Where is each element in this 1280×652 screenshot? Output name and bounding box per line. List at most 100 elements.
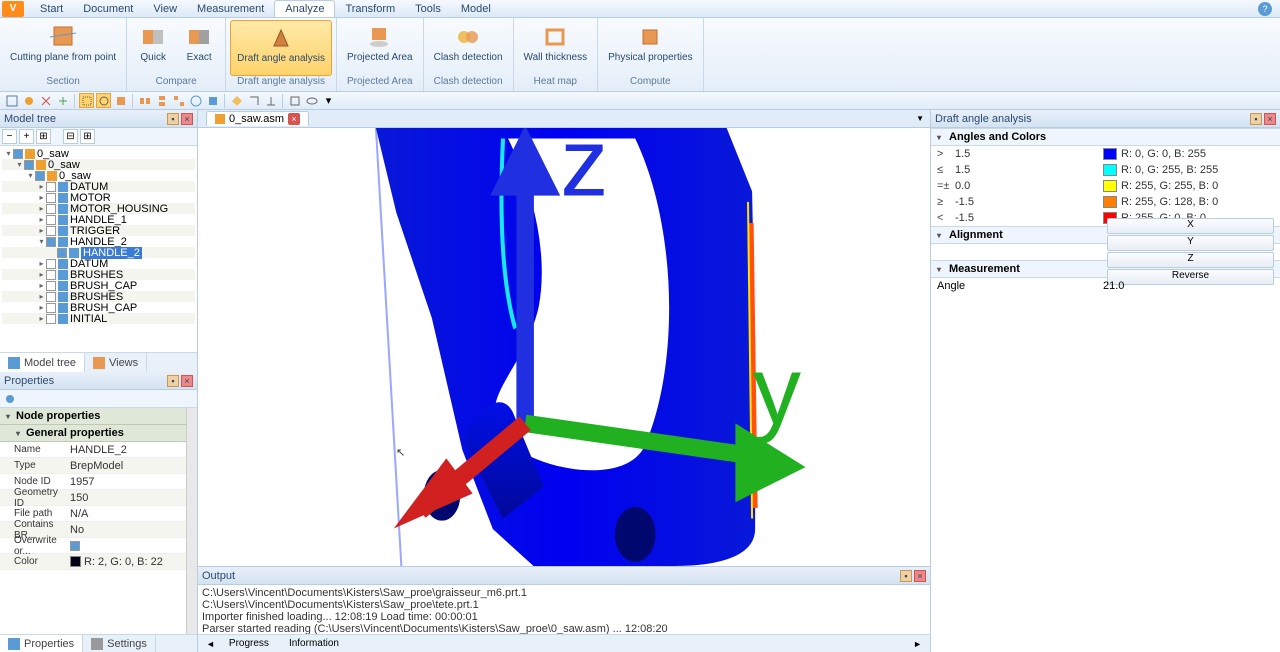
- property-value[interactable]: HANDLE_2: [70, 444, 186, 456]
- align-z-button[interactable]: Z: [1107, 252, 1274, 268]
- model-tree-close-icon[interactable]: ×: [181, 113, 193, 125]
- tree-btn-3[interactable]: ⊞: [36, 129, 51, 144]
- property-checkbox[interactable]: [70, 541, 80, 551]
- property-value[interactable]: 1957: [70, 476, 186, 488]
- qt-tool-16[interactable]: [287, 93, 302, 108]
- property-value[interactable]: 150: [70, 492, 186, 504]
- output-tab-information[interactable]: Information: [279, 636, 349, 651]
- output-nav-next[interactable]: ►: [909, 639, 926, 649]
- tree-node[interactable]: HANDLE_2: [2, 247, 195, 258]
- qt-dropdown[interactable]: ▾: [321, 93, 336, 108]
- tree-checkbox[interactable]: [46, 303, 56, 313]
- tree-expander-icon[interactable]: ▸: [37, 215, 46, 224]
- qt-tool-11[interactable]: [188, 93, 203, 108]
- tree-checkbox[interactable]: [35, 171, 45, 181]
- tree-node[interactable]: ▸BRUSH_CAP: [2, 302, 195, 313]
- qt-tool-7[interactable]: [113, 93, 128, 108]
- tree-collapse-button[interactable]: −: [2, 129, 17, 144]
- tree-checkbox[interactable]: [46, 281, 56, 291]
- properties-pin-icon[interactable]: ▪: [167, 375, 179, 387]
- align-x-button[interactable]: X: [1107, 218, 1274, 234]
- menu-analyze[interactable]: Analyze: [274, 0, 335, 17]
- tree-checkbox[interactable]: [46, 292, 56, 302]
- tree-checkbox[interactable]: [46, 182, 56, 192]
- output-pin-icon[interactable]: ▪: [900, 570, 912, 582]
- tree-node[interactable]: ▾0_saw: [2, 159, 195, 170]
- tree-checkbox[interactable]: [46, 314, 56, 324]
- qt-tool-15[interactable]: [263, 93, 278, 108]
- menu-measurement[interactable]: Measurement: [187, 1, 274, 17]
- tab-settings[interactable]: Settings: [83, 635, 156, 652]
- properties-scrollbar[interactable]: [186, 408, 197, 634]
- tree-expand-button[interactable]: +: [19, 129, 34, 144]
- tree-btn-4[interactable]: ⊟: [63, 129, 78, 144]
- draft-angle-button[interactable]: Draft angle analysis: [230, 20, 332, 76]
- tree-node[interactable]: ▸MOTOR: [2, 192, 195, 203]
- output-body[interactable]: C:\Users\Vincent\Documents\Kisters\Saw_p…: [198, 585, 930, 634]
- tree-expander-icon[interactable]: ▸: [37, 314, 46, 323]
- tree-checkbox[interactable]: [24, 160, 34, 170]
- tree-node[interactable]: ▾HANDLE_2: [2, 236, 195, 247]
- align-reverse-button[interactable]: Reverse: [1107, 269, 1274, 285]
- clash-detection-button[interactable]: Clash detection: [428, 20, 509, 76]
- tree-expander-icon[interactable]: ▸: [37, 193, 46, 202]
- output-tab-progress[interactable]: Progress: [219, 636, 279, 651]
- output-nav-prev[interactable]: ◄: [202, 639, 219, 649]
- qt-tool-9[interactable]: [154, 93, 169, 108]
- props-filter-button[interactable]: [2, 391, 17, 406]
- property-value[interactable]: No: [70, 524, 186, 536]
- physical-properties-button[interactable]: Physical properties: [602, 20, 698, 76]
- align-y-button[interactable]: Y: [1107, 235, 1274, 251]
- qt-select-box[interactable]: [79, 93, 94, 108]
- exact-compare-button[interactable]: Exact: [177, 20, 221, 76]
- tree-expander-icon[interactable]: ▸: [37, 281, 46, 290]
- menu-start[interactable]: Start: [30, 1, 73, 17]
- tree-node[interactable]: ▸TRIGGER: [2, 225, 195, 236]
- draft-panel-pin-icon[interactable]: ▪: [1250, 113, 1262, 125]
- qt-tool-2[interactable]: [21, 93, 36, 108]
- help-icon[interactable]: ?: [1258, 2, 1272, 16]
- menu-document[interactable]: Document: [73, 1, 143, 17]
- qt-tool-17[interactable]: [304, 93, 319, 108]
- tree-expander-icon[interactable]: ▸: [37, 270, 46, 279]
- qt-tool-13[interactable]: [229, 93, 244, 108]
- tree-checkbox[interactable]: [46, 215, 56, 225]
- angle-threshold[interactable]: 0.0: [955, 180, 1103, 192]
- qt-tool-10[interactable]: [171, 93, 186, 108]
- model-tree-pin-icon[interactable]: ▪: [167, 113, 179, 125]
- tree-node[interactable]: ▸BRUSHES: [2, 291, 195, 302]
- tree-node[interactable]: ▸INITIAL: [2, 313, 195, 324]
- tree-expander-icon[interactable]: ▾: [37, 237, 46, 246]
- projected-area-button[interactable]: Projected Area: [341, 20, 419, 76]
- angle-threshold[interactable]: 1.5: [955, 148, 1103, 160]
- angle-threshold[interactable]: 1.5: [955, 164, 1103, 176]
- tree-btn-5[interactable]: ⊞: [80, 129, 95, 144]
- tree-checkbox[interactable]: [46, 204, 56, 214]
- tree-checkbox[interactable]: [46, 226, 56, 236]
- tree-node[interactable]: ▸BRUSH_CAP: [2, 280, 195, 291]
- tree-expander-icon[interactable]: ▸: [37, 204, 46, 213]
- qt-tool-4[interactable]: [55, 93, 70, 108]
- angle-threshold[interactable]: -1.5: [955, 212, 1103, 224]
- axis-gizmo[interactable]: z y: [238, 128, 930, 546]
- qt-tool-12[interactable]: [205, 93, 220, 108]
- angle-color-swatch[interactable]: [1103, 148, 1117, 160]
- section-node-properties[interactable]: ▾Node properties: [0, 408, 186, 425]
- tree-checkbox[interactable]: [46, 259, 56, 269]
- tree-node[interactable]: ▸HANDLE_1: [2, 214, 195, 225]
- tree-expander-icon[interactable]: ▸: [37, 259, 46, 268]
- qt-tool-1[interactable]: [4, 93, 19, 108]
- tree-expander-icon[interactable]: ▸: [37, 182, 46, 191]
- angle-color-swatch[interactable]: [1103, 196, 1117, 208]
- tab-views[interactable]: Views: [85, 353, 147, 372]
- qt-tool-3[interactable]: [38, 93, 53, 108]
- tree-node[interactable]: ▸BRUSHES: [2, 269, 195, 280]
- tab-properties[interactable]: Properties: [0, 635, 83, 652]
- tree-node[interactable]: ▸DATUM: [2, 181, 195, 192]
- qt-tool-14[interactable]: [246, 93, 261, 108]
- tree-expander-icon[interactable]: ▾: [26, 171, 35, 180]
- tree-node[interactable]: ▾0_saw: [2, 148, 195, 159]
- cutting-plane-button[interactable]: Cutting plane from point: [4, 20, 122, 76]
- angle-color-swatch[interactable]: [1103, 164, 1117, 176]
- output-close-icon[interactable]: ×: [914, 570, 926, 582]
